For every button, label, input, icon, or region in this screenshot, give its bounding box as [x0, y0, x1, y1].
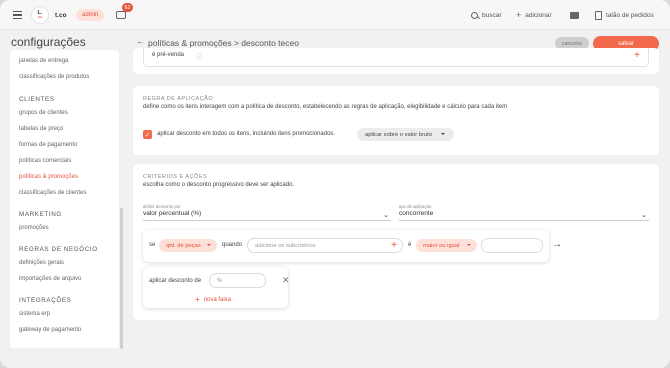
search-label: buscar	[482, 11, 502, 19]
logo-subtext: ltd	[38, 15, 42, 20]
sidebar-item-sistema-erp[interactable]: sistema erp	[19, 311, 50, 317]
role-badge: admin	[76, 9, 105, 21]
define-discount-label: definir desconto por	[143, 204, 181, 209]
document-icon	[595, 10, 602, 20]
menu-icon[interactable]	[12, 0, 22, 30]
chat-icon	[116, 11, 126, 19]
sidebar-heading-clientes: CLIENTES	[19, 96, 55, 103]
operator-select[interactable]: maior ou igual	[416, 239, 477, 252]
new-band-label: nova faixa	[203, 297, 232, 303]
discount-band: aplicar desconto de % ✕ + nova faixa	[143, 267, 290, 308]
sidebar-item-formas-de-pagamento[interactable]: formas de pagamento	[19, 142, 77, 148]
apply-all-items-checkbox[interactable]: ✓	[143, 130, 152, 139]
card-icon	[570, 11, 579, 19]
sidebar-title: configurações	[11, 35, 86, 49]
apply-type-label: tipo de aplicação	[399, 204, 432, 209]
sidebar-item-classificacoes-de-clientes[interactable]: classificações de clientes	[19, 190, 86, 196]
chevron-down-icon	[467, 244, 471, 246]
rule-quando-label: quando	[222, 242, 243, 248]
back-arrow-icon[interactable]: ←	[136, 36, 145, 46]
percent-placeholder: %	[217, 277, 223, 284]
sidebar-item-politicas-promocoes[interactable]: políticas & promoções	[19, 174, 78, 180]
condition-value: qtd. de peças	[166, 242, 201, 249]
sidebar: janelas de entrega classificações de pro…	[10, 50, 119, 348]
chevron-down-icon: ⌄	[641, 212, 647, 219]
subcriteria-placeholder: adicione os subcritérios	[255, 242, 316, 249]
chat-count-badge: 62	[122, 3, 133, 12]
sidebar-item-tabelas-de-preco[interactable]: tabelas de preço	[19, 126, 63, 132]
plus-icon: +	[195, 295, 200, 304]
app-window: L. ltd t.co admin 62 buscar + adicionar …	[0, 0, 670, 368]
add-subcriteria-plus-icon[interactable]: +	[391, 241, 397, 251]
sidebar-item-promocoes[interactable]: promoções	[19, 225, 49, 231]
quantity-input[interactable]	[481, 238, 543, 253]
pre-sale-card: é pré-venda ⓘ +	[133, 48, 659, 74]
rule-e-label: é	[408, 242, 412, 248]
sidebar-item-politicas-comerciais[interactable]: políticas comerciais	[19, 158, 71, 164]
apply-on-select-value: aplicar sobre o valor bruto	[365, 131, 433, 138]
breadcrumb: políticas & promoções > desconto teceo	[148, 38, 299, 48]
store-logo[interactable]: L. ltd	[31, 6, 49, 24]
rule-se-label: se	[149, 242, 156, 248]
define-discount-value: valor percentual (%)	[143, 210, 202, 217]
cards-button[interactable]	[570, 0, 579, 30]
application-rule-description: define como os itens interagem com a pol…	[143, 104, 508, 110]
arrow-right-icon[interactable]: →	[552, 239, 562, 250]
criteria-title: CRITÉRIOS E AÇÕES	[143, 174, 208, 180]
info-icon[interactable]: ⓘ	[196, 52, 202, 61]
add-label: adicionar	[525, 11, 552, 19]
pre-sale-label: é pré-venda	[152, 52, 185, 58]
apply-all-items-label: aplicar desconto em todos os itens, incl…	[157, 131, 336, 137]
sidebar-heading-regras-de-negocio: REGRAS DE NEGÓCIO	[19, 246, 98, 253]
sidebar-item-definicoes-gerais[interactable]: definições gerais	[19, 260, 64, 266]
search-icon	[471, 11, 478, 19]
sidebar-item-importacoes-de-arquivo[interactable]: importações de arquivo	[19, 276, 81, 282]
apply-type-select[interactable]: concorrente ⌄	[399, 210, 649, 221]
sidebar-heading-integracoes: INTEGRAÇÕES	[19, 297, 72, 304]
define-discount-select[interactable]: valor percentual (%) ⌄	[143, 210, 391, 221]
close-icon[interactable]: ✕	[282, 275, 290, 286]
sidebar-scrollbar[interactable]	[120, 208, 123, 349]
orders-label: talão de pedidos	[606, 11, 654, 19]
store-name[interactable]: t.co	[55, 0, 67, 30]
subcriteria-input[interactable]: adicione os subcritérios +	[247, 238, 403, 253]
add-pre-sale-plus-icon[interactable]: +	[634, 51, 640, 61]
apply-discount-label: aplicar desconto de	[149, 278, 202, 284]
apply-type-value: concorrente	[399, 210, 434, 217]
sidebar-item-classificacoes-de-produtos[interactable]: classificações de produtos	[19, 74, 89, 80]
chevron-down-icon	[441, 133, 445, 135]
percent-input[interactable]: %	[209, 273, 266, 288]
apply-on-select[interactable]: aplicar sobre o valor bruto	[357, 128, 454, 141]
sidebar-item-gateway-de-pagamento[interactable]: gateway de pagamento	[19, 327, 81, 333]
application-rule-title: REGRA DE APLICAÇÃO	[143, 96, 214, 102]
chevron-down-icon	[207, 244, 211, 246]
application-rule-card: REGRA DE APLICAÇÃO define como os itens …	[133, 86, 659, 155]
criteria-actions-card: CRITÉRIOS E AÇÕES escolha como o descont…	[133, 164, 659, 320]
condition-select[interactable]: qtd. de peças	[159, 239, 217, 252]
operator-value: maior ou igual	[423, 242, 460, 249]
chevron-down-icon: ⌄	[383, 212, 389, 219]
plus-icon: +	[516, 10, 522, 20]
top-bar: L. ltd t.co admin 62 buscar + adicionar …	[0, 0, 670, 30]
sidebar-heading-marketing: MARKETING	[19, 211, 62, 218]
orders-button[interactable]: talão de pedidos	[595, 0, 654, 30]
criteria-description: escolha como o desconto progressivo deve…	[143, 182, 295, 188]
pre-sale-box: é pré-venda ⓘ +	[143, 48, 649, 67]
new-band-button[interactable]: + nova faixa	[195, 296, 231, 304]
sidebar-item-janelas-de-entrega[interactable]: janelas de entrega	[19, 58, 68, 64]
rule-row: se qtd. de peças quando adicione os subc…	[143, 230, 549, 262]
sidebar-item-grupos-de-clientes[interactable]: grupos de clientes	[19, 110, 68, 116]
add-button[interactable]: + adicionar	[516, 0, 552, 30]
search-button[interactable]: buscar	[471, 0, 502, 30]
